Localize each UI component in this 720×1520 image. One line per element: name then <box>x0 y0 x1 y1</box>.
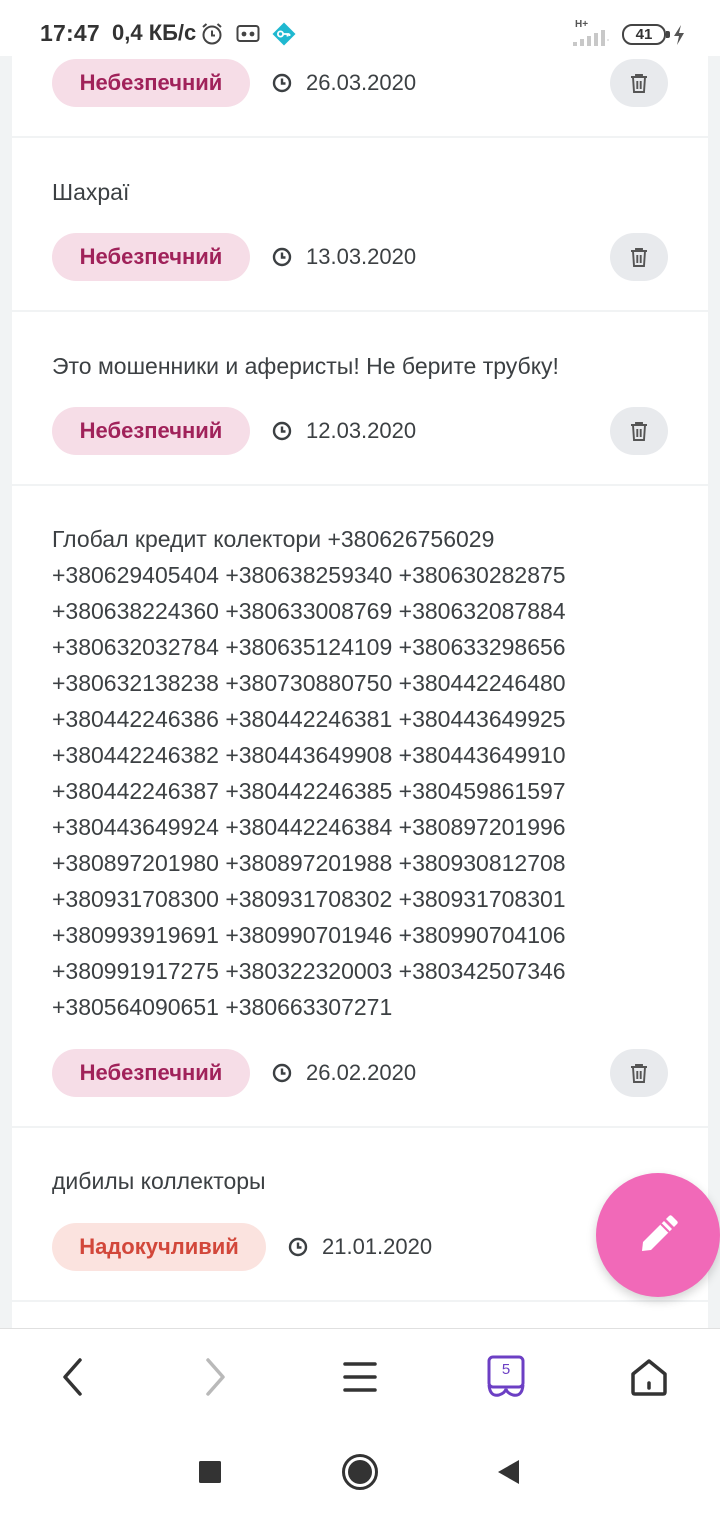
alarm-icon <box>202 23 222 45</box>
menu-icon <box>343 1362 377 1392</box>
trash-icon <box>631 421 647 441</box>
browser-forward-button[interactable] <box>190 1351 242 1403</box>
reviews-feed[interactable]: Небезпечний 26.03.2020 Шахраї Небезпечни… <box>0 0 720 1328</box>
clock-icon <box>272 73 292 93</box>
browser-tabs-button[interactable]: 5 <box>480 1351 532 1403</box>
clock-icon <box>272 247 292 267</box>
charging-icon <box>674 25 684 45</box>
signal-icon <box>573 30 609 46</box>
review-text: Это мошенники и аферисты! Не берите труб… <box>52 353 559 379</box>
browser-menu-button[interactable] <box>334 1351 386 1403</box>
review-card: Шахраї Небезпечний 13.03.2020 <box>12 138 708 310</box>
status-network-speed: 0,4 КБ/с <box>112 20 197 45</box>
system-navigation-bar <box>0 1424 720 1520</box>
review-card: Это мошенники и аферисты! Не берите труб… <box>12 312 708 484</box>
recents-icon <box>199 1461 221 1483</box>
delete-button[interactable] <box>610 59 668 107</box>
review-date-row: 26.02.2020 <box>272 1049 416 1097</box>
rating-badge: Небезпечний <box>52 407 250 455</box>
network-type: H+ <box>575 19 589 30</box>
review-date: 12.03.2020 <box>306 418 417 443</box>
home-icon <box>631 1359 667 1396</box>
rating-badge: Надокучливий <box>52 1223 266 1271</box>
pencil-icon <box>642 1215 678 1251</box>
system-home-button[interactable] <box>336 1448 384 1496</box>
review-text: дибилы коллекторы <box>52 1168 266 1194</box>
review-text: Шахраї <box>52 179 130 205</box>
recents-button[interactable] <box>186 1448 234 1496</box>
review-date-row: 21.01.2020 <box>288 1223 432 1271</box>
trash-icon <box>631 247 647 267</box>
rating-badge: Небезпечний <box>52 1049 250 1097</box>
forward-icon <box>206 1358 225 1396</box>
delete-button[interactable] <box>610 1049 668 1097</box>
trash-icon <box>631 1063 647 1083</box>
review-date: 26.02.2020 <box>306 1060 417 1085</box>
back-triangle-icon <box>498 1460 519 1484</box>
browser-back-button[interactable] <box>46 1351 98 1403</box>
browser-toolbar: 5 <box>0 1328 720 1424</box>
vr-icon <box>236 25 260 42</box>
rating-badge: Небезпечний <box>52 233 250 281</box>
review-text: Глобал кредит колектори +380626756029 +3… <box>52 526 566 1020</box>
browser-home-button[interactable] <box>623 1351 675 1403</box>
clock-icon <box>272 421 292 441</box>
clock-icon <box>288 1237 308 1257</box>
write-review-fab[interactable] <box>596 1173 720 1297</box>
review-card <box>12 1302 708 1328</box>
review-date: 13.03.2020 <box>306 244 417 269</box>
trash-icon <box>631 73 647 93</box>
vpn-key-icon <box>272 22 296 46</box>
review-date: 26.03.2020 <box>306 70 417 95</box>
review-date: 21.01.2020 <box>322 1234 433 1259</box>
review-card: Глобал кредит колектори +380626756029 +3… <box>12 486 708 1126</box>
system-back-button[interactable] <box>484 1448 532 1496</box>
home-circle-icon <box>342 1454 378 1490</box>
review-date-row: 26.03.2020 <box>272 59 416 107</box>
review-date-row: 12.03.2020 <box>272 407 416 455</box>
status-time: 17:47 <box>40 20 100 46</box>
delete-button[interactable] <box>610 407 668 455</box>
back-icon <box>63 1358 82 1396</box>
clock-icon <box>272 1063 292 1083</box>
status-bar: 17:47 0,4 КБ/с H+ 41 <box>0 0 720 56</box>
rating-badge: Небезпечний <box>52 59 250 107</box>
battery-icon: 41 <box>622 24 670 45</box>
tabs-count: 5 <box>501 1361 511 1378</box>
review-date-row: 13.03.2020 <box>272 233 416 281</box>
delete-button[interactable] <box>610 233 668 281</box>
